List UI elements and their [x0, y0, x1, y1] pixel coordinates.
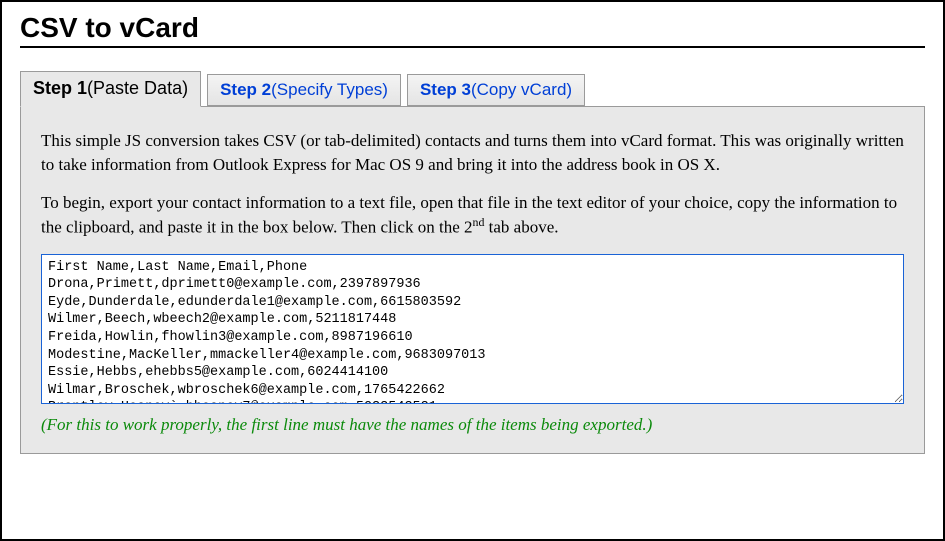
tab-bar: Step 1 (Paste Data) Step 2 (Specify Type… — [20, 70, 925, 106]
csv-input-textarea[interactable]: First Name,Last Name,Email,Phone Drona,P… — [41, 254, 904, 404]
intro-paragraph-1: This simple JS conversion takes CSV (or … — [41, 129, 904, 177]
intro-2-pre: To begin, export your contact informatio… — [41, 193, 897, 237]
tab-step-3-bold: Step 3 — [420, 80, 471, 100]
intro-paragraph-2: To begin, export your contact informatio… — [41, 191, 904, 240]
step-1-panel: This simple JS conversion takes CSV (or … — [20, 106, 925, 454]
page-title: CSV to vCard — [20, 12, 925, 44]
tab-step-1-plain: (Paste Data) — [87, 78, 188, 99]
tab-step-3[interactable]: Step 3 (Copy vCard) — [407, 74, 585, 106]
tab-step-2-bold: Step 2 — [220, 80, 271, 100]
tab-step-1-bold: Step 1 — [33, 78, 87, 99]
tab-step-2[interactable]: Step 2 (Specify Types) — [207, 74, 401, 106]
tab-step-1[interactable]: Step 1 (Paste Data) — [20, 71, 201, 107]
tab-step-2-plain: (Specify Types) — [271, 80, 388, 100]
title-rule — [20, 46, 925, 48]
intro-2-ordinal-suffix: nd — [473, 215, 485, 229]
intro-2-post: tab above. — [484, 218, 558, 237]
first-line-hint: (For this to work properly, the first li… — [41, 415, 904, 435]
app-window: CSV to vCard Step 1 (Paste Data) Step 2 … — [0, 0, 945, 541]
tab-step-3-plain: (Copy vCard) — [471, 80, 572, 100]
